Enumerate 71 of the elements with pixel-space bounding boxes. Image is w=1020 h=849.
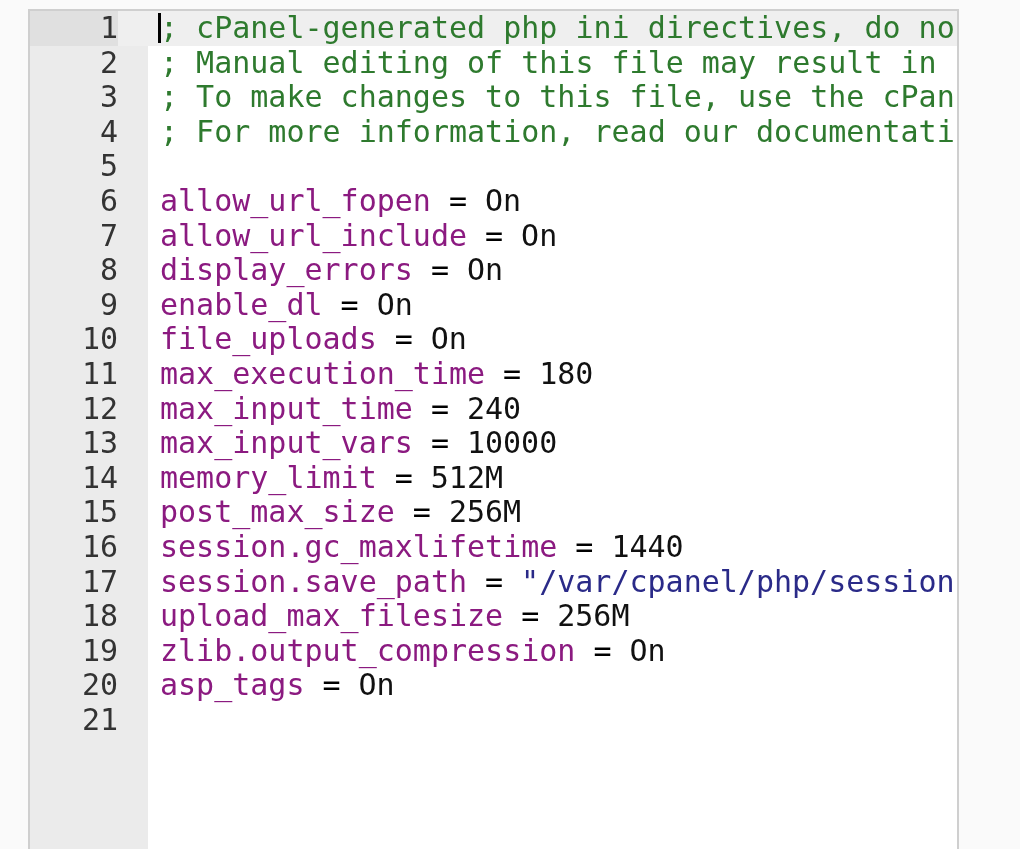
- equals-sign: =: [394, 322, 413, 357]
- line-number: 16: [80, 529, 118, 565]
- equals-sign: =: [593, 633, 612, 669]
- line-number: 19: [80, 633, 118, 669]
- equals-sign: =: [448, 183, 467, 219]
- line-number: 21: [80, 702, 118, 738]
- setting-name: enable_dl: [160, 287, 323, 323]
- setting-name: upload_max_filesize: [160, 599, 504, 634]
- setting-name: memory_limit: [160, 460, 377, 496]
- setting-value: On: [466, 253, 504, 288]
- equals-sign: =: [430, 253, 449, 288]
- setting-name: max_input_time: [160, 391, 413, 427]
- line-number: 11: [80, 356, 118, 392]
- setting-name: session.gc_maxlifetime: [160, 529, 558, 565]
- setting-name: asp_tags: [160, 668, 305, 703]
- equals-sign: =: [340, 287, 359, 323]
- setting-value: On: [521, 218, 558, 254]
- setting-name: session.save_path: [160, 564, 468, 600]
- setting-name: allow_url_include: [160, 218, 468, 254]
- code-comment: ; To make changes to this file, use the cPan: [160, 80, 955, 115]
- line-number: 13: [80, 426, 118, 461]
- code-editor[interactable]: [28, 9, 959, 849]
- setting-name: max_execution_time: [160, 356, 486, 392]
- equals-sign: =: [412, 495, 431, 530]
- setting-value: On: [485, 183, 522, 219]
- line-number: 7: [98, 218, 118, 254]
- line-number: 9: [98, 287, 118, 323]
- equals-sign: =: [521, 599, 540, 634]
- line-number: 3: [98, 80, 118, 115]
- line-number: 8: [98, 253, 118, 288]
- setting-name: display_errors: [160, 253, 413, 288]
- setting-name: post_max_size: [160, 495, 395, 530]
- equals-sign: =: [485, 218, 504, 254]
- setting-value: 256M: [557, 599, 630, 634]
- line-number: 5: [98, 149, 118, 184]
- line-number: 20: [80, 668, 118, 703]
- line-number: 12: [80, 391, 118, 427]
- equals-sign: =: [430, 391, 449, 427]
- line-number: 6: [98, 183, 118, 219]
- setting-name: max_input_vars: [160, 426, 413, 461]
- equals-sign: =: [503, 356, 522, 392]
- line-number: 14: [80, 460, 118, 496]
- code-comment: ; For more information, read our documentati: [160, 114, 955, 150]
- equals-sign: =: [394, 460, 413, 496]
- setting-value: 1440: [611, 529, 684, 565]
- setting-value: 10000: [466, 426, 558, 461]
- line-number: 18: [80, 599, 118, 634]
- line-number: 1: [30, 11, 118, 46]
- setting-value: 512M: [430, 460, 504, 496]
- equals-sign: =: [322, 668, 341, 703]
- line-number: 17: [80, 564, 118, 600]
- line-number: 2: [98, 45, 118, 81]
- setting-name: allow_url_fopen: [160, 183, 431, 219]
- setting-value: On: [430, 322, 467, 357]
- equals-sign: =: [485, 564, 504, 600]
- code-comment: ; cPanel-generated php ini directives, do no: [160, 11, 955, 46]
- line-number: 4: [98, 114, 118, 150]
- setting-value: 180: [539, 356, 594, 392]
- line-number: 10: [80, 322, 118, 357]
- setting-name: file_uploads: [160, 322, 377, 357]
- setting-value: On: [629, 633, 666, 669]
- code-comment: ; Manual editing of this file may result in: [160, 45, 937, 81]
- setting-value: On: [376, 287, 413, 323]
- equals-sign: =: [430, 426, 449, 461]
- equals-sign: =: [575, 529, 594, 565]
- setting-value: 256M: [448, 495, 522, 530]
- setting-value: On: [358, 668, 395, 703]
- setting-value: "/var/cpanel/php/session: [521, 564, 955, 600]
- line-number: 15: [80, 495, 118, 530]
- setting-name: zlib.output_compression: [160, 633, 576, 669]
- setting-value: 240: [466, 391, 522, 427]
